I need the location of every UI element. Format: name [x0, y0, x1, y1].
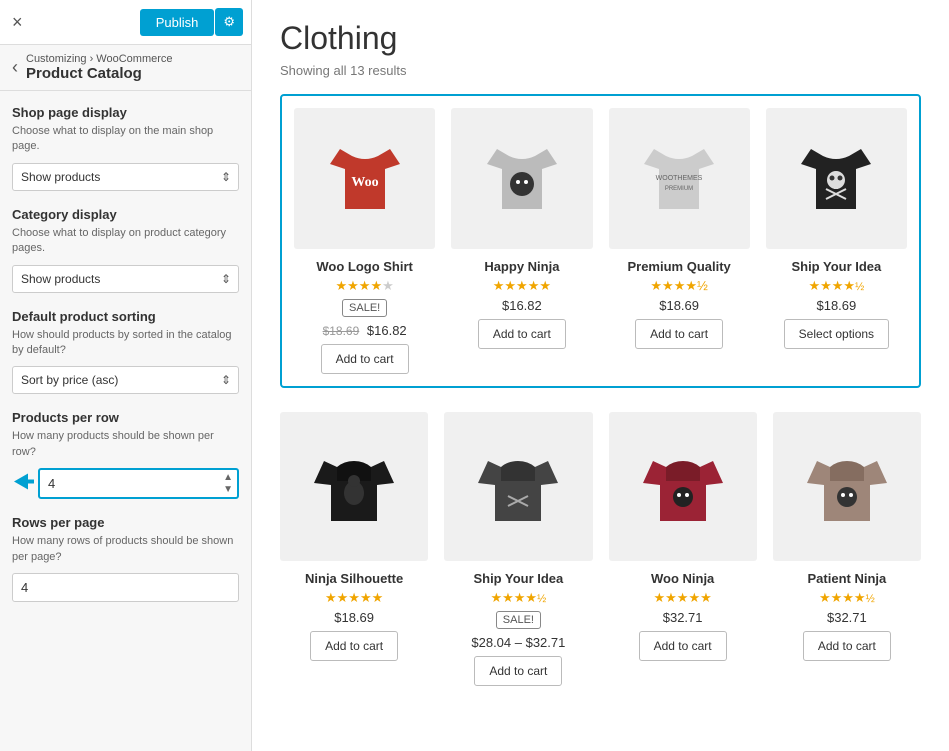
section-products-per-row: Products per row How many products shoul…	[12, 410, 239, 499]
product-card-patient-ninja: Patient Ninja ★★★★½ $32.71 Add to cart	[773, 412, 921, 685]
add-to-cart-button[interactable]: Add to cart	[310, 631, 398, 661]
sale-badge: SALE!	[342, 299, 387, 317]
product-stars: ★★★★½	[609, 278, 750, 294]
product-card-woo-logo-shirt: Woo Woo Logo Shirt ★★★★★ SALE! $18.69 $1…	[294, 108, 435, 374]
product-stars: ★★★★½	[773, 590, 921, 606]
product-image-ship-your-idea-hoodie	[444, 412, 592, 560]
product-name: Woo Logo Shirt	[294, 259, 435, 274]
publish-button[interactable]: Publish	[140, 9, 215, 36]
shop-page-display-title: Shop page display	[12, 105, 239, 120]
product-price: $16.82	[451, 298, 592, 313]
rows-per-page-input[interactable]	[12, 573, 239, 602]
product-name: Premium Quality	[609, 259, 750, 274]
category-display-title: Category display	[12, 207, 239, 222]
product-price: $32.71	[609, 610, 757, 625]
add-to-cart-button[interactable]: Add to cart	[639, 631, 727, 661]
shop-page-display-select[interactable]: Show products Show categories Show both	[12, 163, 239, 191]
product-name: Ship Your Idea	[766, 259, 907, 274]
product-price: $28.04 – $32.71	[444, 635, 592, 650]
shop-page-display-desc: Choose what to display on the main shop …	[12, 124, 239, 155]
product-name: Ninja Silhouette	[280, 571, 428, 586]
product-card-ship-your-idea-hoodie: Ship Your Idea ★★★★½ SALE! $28.04 – $32.…	[444, 412, 592, 685]
product-image-premium-quality: WOOTHEMES PREMIUM	[609, 108, 750, 249]
product-stars: ★★★★★	[280, 590, 428, 606]
breadcrumb: Customizing › WooCommerce	[26, 53, 173, 65]
gear-button[interactable]: ⚙	[215, 8, 243, 36]
product-card-happy-ninja: Happy Ninja ★★★★★ $16.82 Add to cart	[451, 108, 592, 374]
section-default-sorting: Default product sorting How should produ…	[12, 309, 239, 395]
product-stars: ★★★★★	[294, 278, 435, 294]
product-card-woo-ninja: Woo Ninja ★★★★★ $32.71 Add to cart	[609, 412, 757, 685]
default-sorting-desc: How should products by sorted in the cat…	[12, 328, 239, 359]
spin-down-button[interactable]: ▼	[219, 484, 237, 496]
product-card-ship-your-idea: Ship Your Idea ★★★★½ $18.69 Select optio…	[766, 108, 907, 374]
category-display-select[interactable]: Show products Show subcategories Show bo…	[12, 265, 239, 293]
product-stars: ★★★★★	[609, 590, 757, 606]
product-stars: ★★★★½	[766, 278, 907, 294]
product-image-ship-your-idea	[766, 108, 907, 249]
sidebar: × Publish ⚙ ‹ Customizing › WooCommerce …	[0, 0, 252, 751]
results-text: Showing all 13 results	[280, 63, 921, 78]
add-to-cart-button[interactable]: Add to cart	[321, 344, 409, 374]
product-stars: ★★★★★	[451, 278, 592, 294]
add-to-cart-button[interactable]: Add to cart	[478, 319, 566, 349]
product-image-happy-ninja	[451, 108, 592, 249]
product-card-premium-quality: WOOTHEMES PREMIUM Premium Quality ★★★★½ …	[609, 108, 750, 374]
product-stars: ★★★★½	[444, 590, 592, 606]
sidebar-header: × Publish ⚙	[0, 0, 251, 45]
add-to-cart-button[interactable]: Add to cart	[803, 631, 891, 661]
product-price: $18.69	[766, 298, 907, 313]
category-display-desc: Choose what to display on product catego…	[12, 226, 239, 257]
svg-text:WOOTHEMES: WOOTHEMES	[656, 175, 703, 182]
sidebar-content: Shop page display Choose what to display…	[0, 91, 251, 751]
rows-per-page-title: Rows per page	[12, 515, 239, 530]
back-row: ‹ Customizing › WooCommerce Product Cata…	[0, 45, 251, 91]
product-row-2: Ninja Silhouette ★★★★★ $18.69 Add to car…	[280, 412, 921, 685]
add-to-cart-button[interactable]: Add to cart	[474, 656, 562, 686]
default-sorting-title: Default product sorting	[12, 309, 239, 324]
product-name: Ship Your Idea	[444, 571, 592, 586]
rows-per-page-desc: How many rows of products should be show…	[12, 534, 239, 565]
close-button[interactable]: ×	[8, 8, 27, 37]
product-image-ninja-silhouette	[280, 412, 428, 560]
products-per-row-desc: How many products should be shown per ro…	[12, 429, 239, 460]
product-price: $18.69 $16.82	[294, 323, 435, 338]
panel-title: Product Catalog	[26, 65, 173, 82]
product-row-1-highlighted: Woo Woo Logo Shirt ★★★★★ SALE! $18.69 $1…	[280, 94, 921, 388]
spin-up-button[interactable]: ▲	[219, 472, 237, 484]
product-name: Woo Ninja	[609, 571, 757, 586]
page-title: Clothing	[280, 20, 921, 57]
product-image-woo-logo-shirt: Woo	[294, 108, 435, 249]
product-name: Happy Ninja	[451, 259, 592, 274]
main-content: Clothing Showing all 13 results Woo Woo …	[252, 0, 949, 751]
section-category-display: Category display Choose what to display …	[12, 207, 239, 293]
product-image-patient-ninja	[773, 412, 921, 560]
sale-badge: SALE!	[496, 611, 541, 629]
product-price: $18.69	[609, 298, 750, 313]
products-per-row-input[interactable]	[38, 468, 239, 499]
product-price: $32.71	[773, 610, 921, 625]
section-rows-per-page: Rows per page How many rows of products …	[12, 515, 239, 602]
section-shop-page-display: Shop page display Choose what to display…	[12, 105, 239, 191]
svg-text:Woo: Woo	[351, 175, 378, 190]
product-name: Patient Ninja	[773, 571, 921, 586]
product-price: $18.69	[280, 610, 428, 625]
product-card-ninja-silhouette: Ninja Silhouette ★★★★★ $18.69 Add to car…	[280, 412, 428, 685]
product-image-woo-ninja	[609, 412, 757, 560]
arrow-indicator-icon	[14, 473, 34, 489]
back-arrow[interactable]: ‹	[12, 57, 18, 78]
add-to-cart-button[interactable]: Add to cart	[635, 319, 723, 349]
select-options-button[interactable]: Select options	[784, 319, 889, 349]
svg-text:PREMIUM: PREMIUM	[665, 186, 693, 192]
default-sorting-select[interactable]: Default sorting Sort by popularity Sort …	[12, 366, 239, 394]
products-per-row-title: Products per row	[12, 410, 239, 425]
